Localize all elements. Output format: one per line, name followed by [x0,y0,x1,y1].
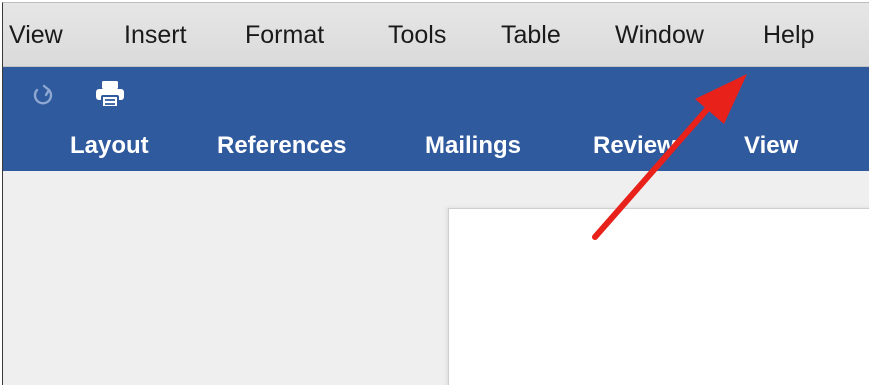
document-page[interactable] [448,208,869,385]
word-window: View Insert Format Tools Table Window He… [2,2,869,385]
menu-window[interactable]: Window [615,23,704,48]
tab-mailings[interactable]: Mailings [425,134,521,158]
print-icon[interactable] [93,79,127,109]
ribbon-toolbar: Layout References Mailings Review View [3,67,869,171]
tab-view[interactable]: View [744,134,798,158]
menu-format[interactable]: Format [245,23,324,48]
menu-help[interactable]: Help [763,23,814,48]
tab-layout[interactable]: Layout [70,134,149,158]
menu-tools[interactable]: Tools [388,23,446,48]
menu-bar: View Insert Format Tools Table Window He… [3,3,869,67]
tab-references[interactable]: References [217,134,346,158]
menu-insert[interactable]: Insert [124,23,187,48]
document-canvas [3,171,869,385]
redo-icon[interactable] [30,79,56,109]
menu-table[interactable]: Table [501,23,561,48]
tab-review[interactable]: Review [593,134,676,158]
menu-view[interactable]: View [9,23,63,48]
